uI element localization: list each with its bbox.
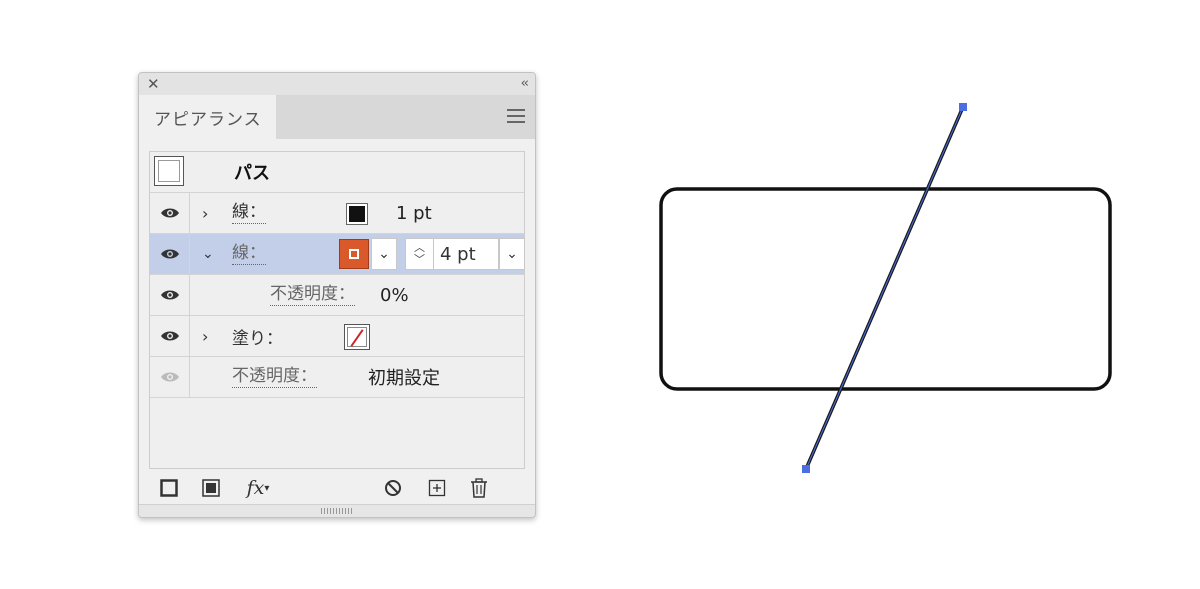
path-selection-line — [805, 106, 964, 470]
anchor-point-handle[interactable] — [802, 465, 810, 473]
stage: ✕ ‹‹ アピアランス パス › 線： 1 pt ⌄ 線： ⌄ ︿ ﹀ 4 pt… — [0, 0, 1200, 589]
artboard — [659, 103, 1112, 473]
anchor-point-handle[interactable] — [959, 103, 967, 111]
